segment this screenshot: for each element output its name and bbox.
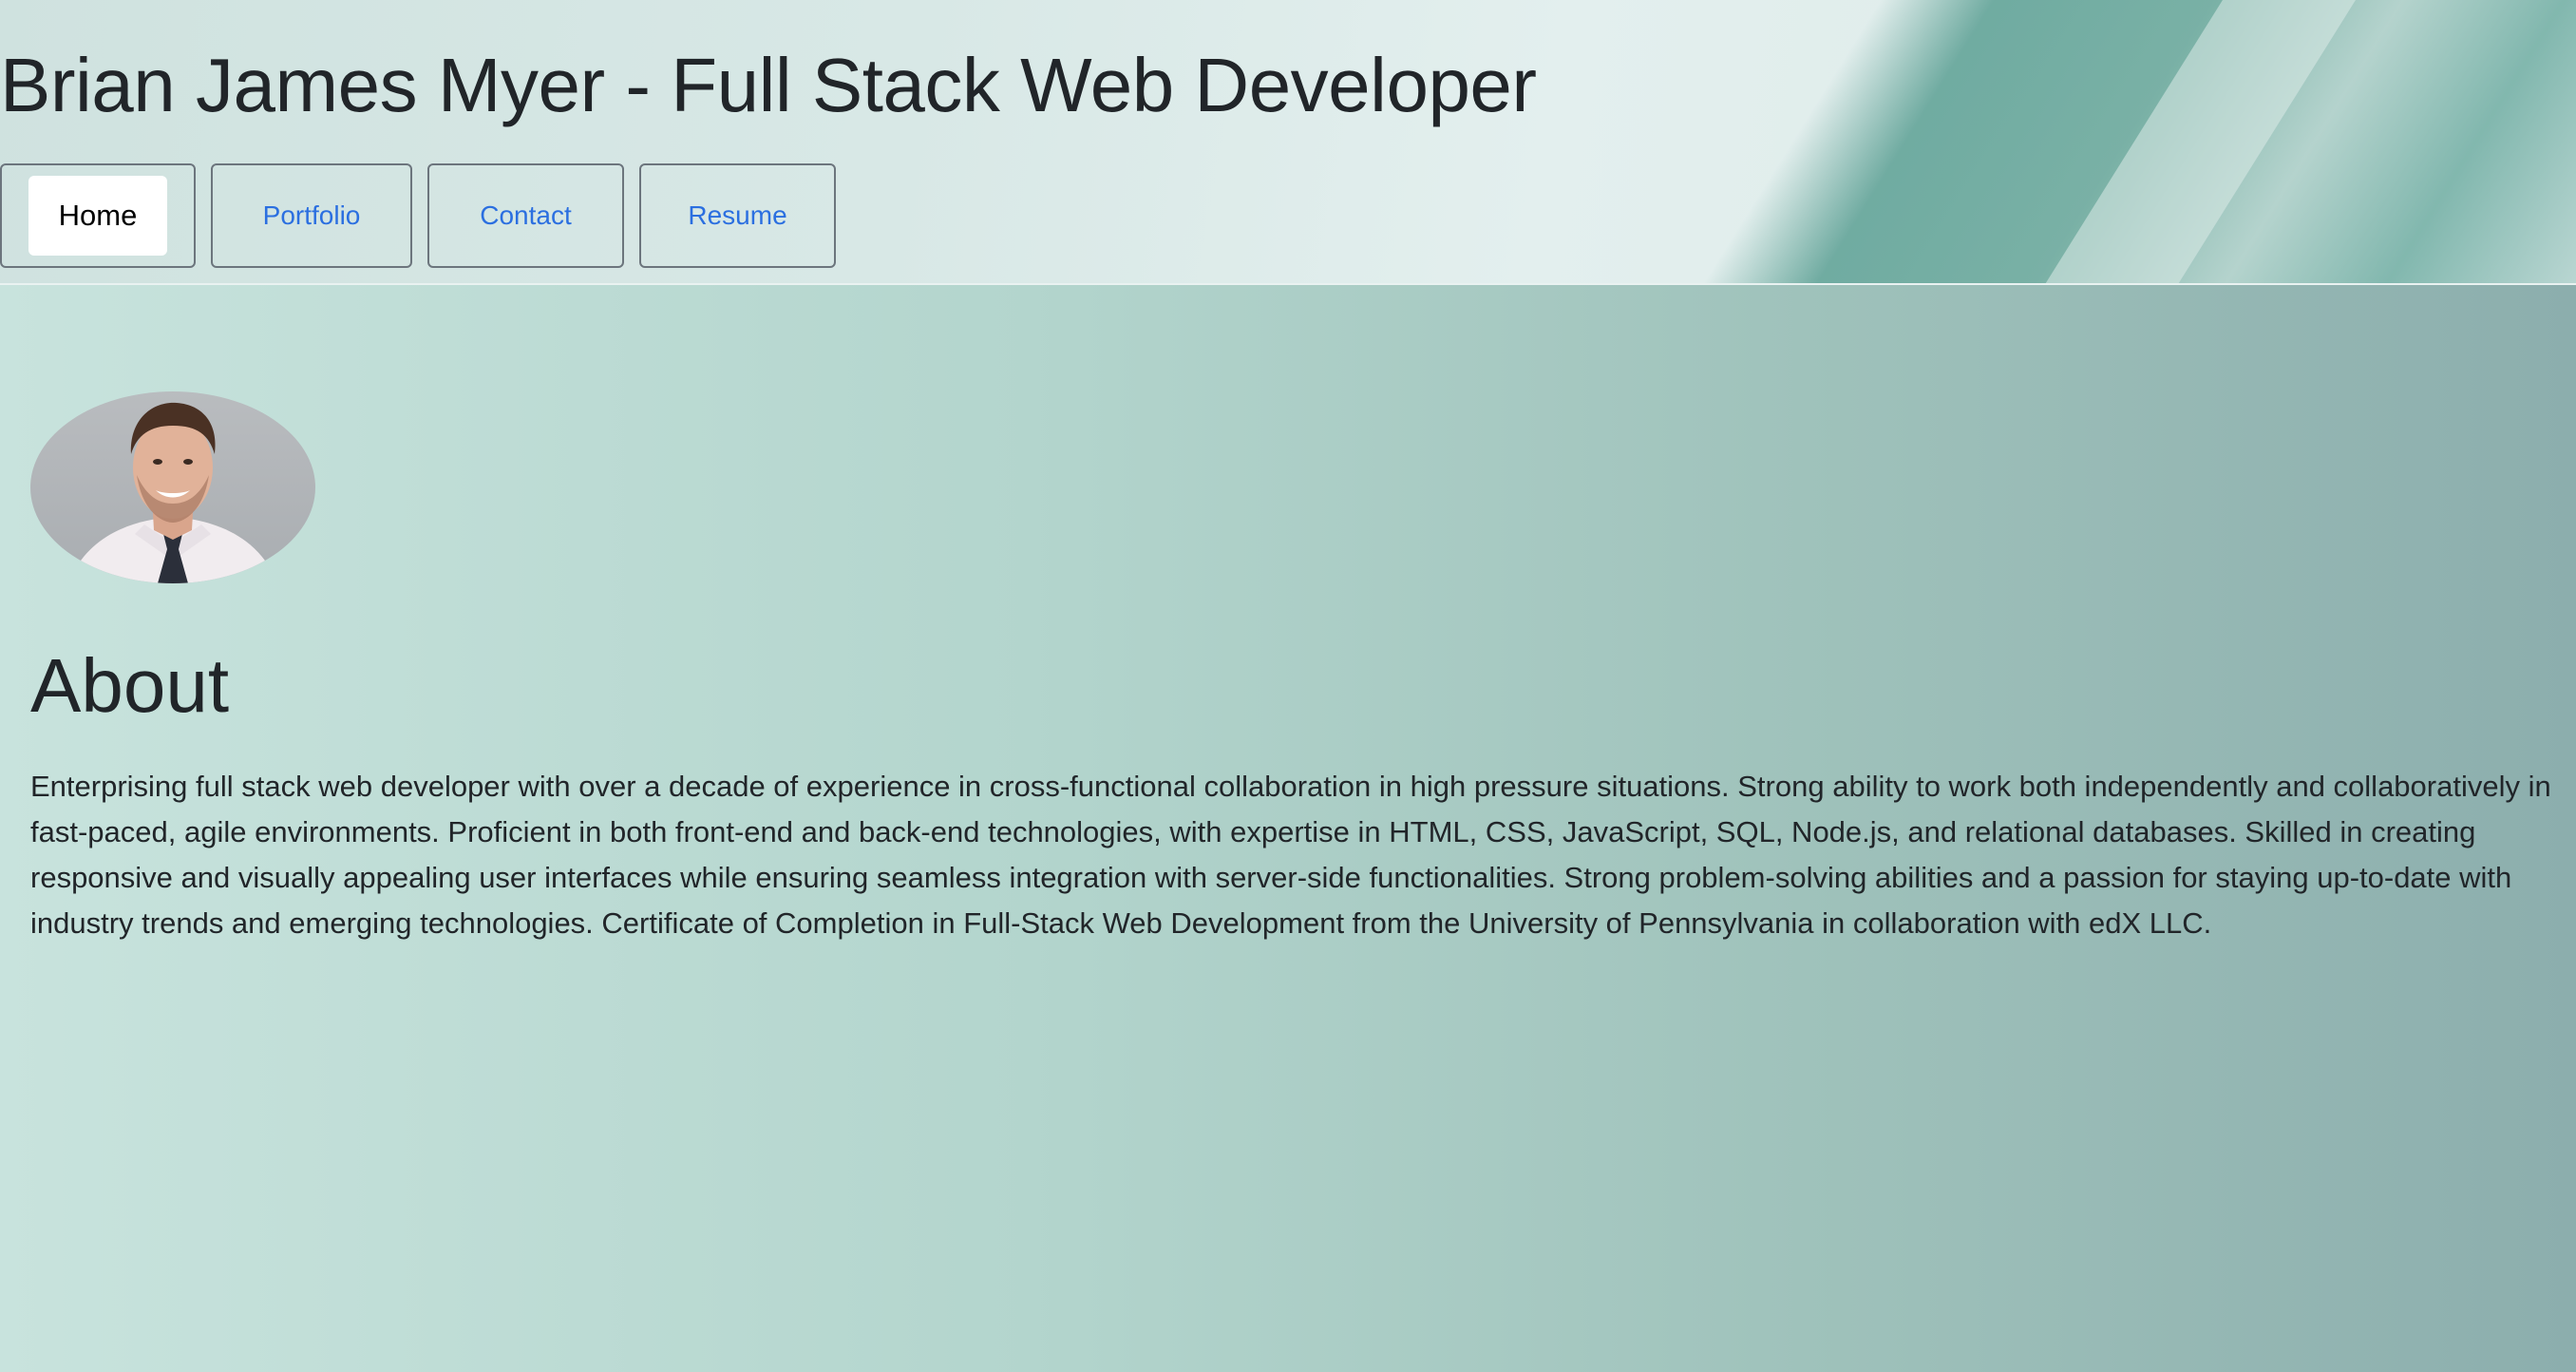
site-header: Brian James Myer - Full Stack Web Develo… bbox=[0, 0, 2576, 285]
about-heading: About bbox=[30, 643, 230, 728]
nav-tab-home-label: Home bbox=[28, 176, 168, 256]
nav-tab-contact[interactable]: Contact bbox=[427, 163, 624, 268]
profile-photo bbox=[68, 402, 277, 583]
avatar bbox=[30, 391, 315, 583]
page-title: Brian James Myer - Full Stack Web Develo… bbox=[0, 43, 1537, 127]
nav-tab-home[interactable]: Home bbox=[0, 163, 196, 268]
main-nav: Home Portfolio Contact Resume bbox=[0, 163, 836, 268]
nav-tab-portfolio[interactable]: Portfolio bbox=[211, 163, 412, 268]
about-description: Enterprising full stack web developer wi… bbox=[30, 770, 2551, 940]
nav-tab-resume[interactable]: Resume bbox=[639, 163, 836, 268]
